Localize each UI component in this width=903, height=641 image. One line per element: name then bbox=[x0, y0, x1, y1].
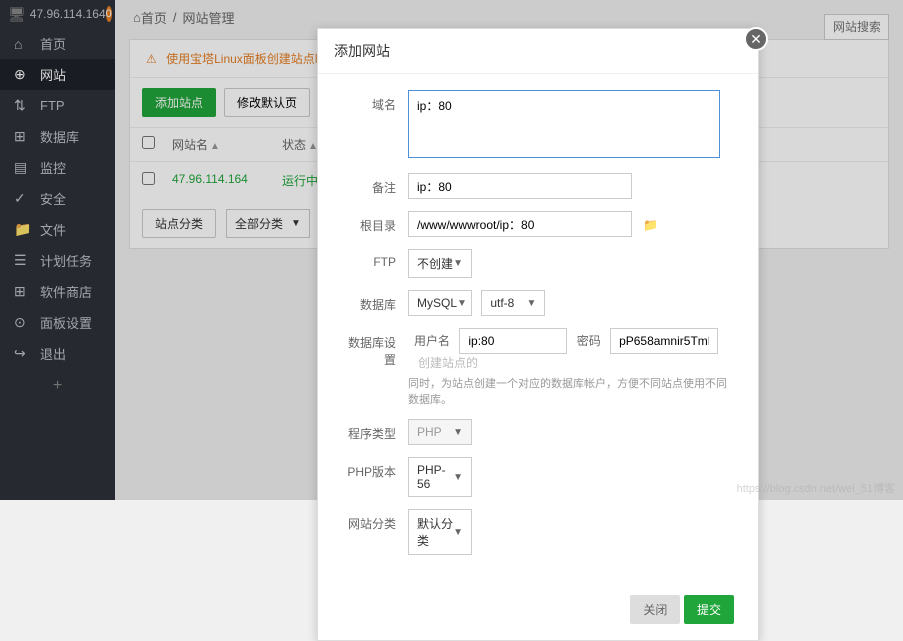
caret-icon: ▼ bbox=[453, 527, 463, 538]
ftp-label: FTP bbox=[342, 249, 408, 269]
watermark: https://blog.csdn.net/wei_51博客 bbox=[737, 480, 895, 496]
program-type-select: PHP▼ bbox=[408, 419, 472, 445]
caret-icon: ▼ bbox=[453, 258, 463, 269]
remark-label: 备注 bbox=[342, 173, 408, 196]
modal-title: 添加网站 bbox=[334, 43, 390, 59]
add-site-modal: 添加网站 ✕ 域名 ip：80 备注 根目录 📁 FTP 不创建▼ 数据库 My… bbox=[317, 28, 759, 641]
domain-input[interactable]: ip：80 bbox=[408, 90, 720, 158]
modal-close-button[interactable]: ✕ bbox=[744, 27, 768, 51]
root-input[interactable] bbox=[408, 211, 632, 237]
php-version-select[interactable]: PHP-56▼ bbox=[408, 457, 472, 497]
ptype-label: 程序类型 bbox=[342, 419, 408, 442]
db-label: 数据库 bbox=[342, 290, 408, 313]
db-hint: 同时，为站点创建一个对应的数据库帐户，方便不同站点使用不同数据库。 bbox=[408, 375, 734, 407]
submit-button[interactable]: 提交 bbox=[684, 595, 734, 624]
dbset-label: 数据库设置 bbox=[342, 328, 408, 368]
ftp-select[interactable]: 不创建▼ bbox=[408, 249, 472, 278]
db-user-input[interactable] bbox=[459, 328, 567, 354]
close-button[interactable]: 关闭 bbox=[630, 595, 680, 624]
caret-icon: ▼ bbox=[457, 298, 467, 309]
cat-label: 网站分类 bbox=[342, 509, 408, 532]
charset-select[interactable]: utf-8▼ bbox=[481, 290, 545, 316]
password-label: 密码 bbox=[571, 332, 607, 349]
username-label: 用户名 bbox=[408, 332, 456, 349]
db-select[interactable]: MySQL▼ bbox=[408, 290, 472, 316]
folder-icon[interactable]: 📁 bbox=[643, 218, 658, 232]
modal-header: 添加网站 ✕ bbox=[318, 29, 758, 74]
caret-icon: ▼ bbox=[453, 427, 463, 438]
modal-footer: 关闭 提交 bbox=[318, 575, 758, 640]
db-pass-input[interactable] bbox=[610, 328, 718, 354]
caret-icon: ▼ bbox=[453, 472, 463, 483]
site-category-select[interactable]: 默认分类▼ bbox=[408, 509, 472, 555]
caret-icon: ▼ bbox=[526, 298, 536, 309]
create-site-link[interactable]: 创建站点的 bbox=[418, 356, 478, 370]
phpver-label: PHP版本 bbox=[342, 457, 408, 480]
root-label: 根目录 bbox=[342, 211, 408, 234]
remark-input[interactable] bbox=[408, 173, 632, 199]
domain-label: 域名 bbox=[342, 90, 408, 113]
